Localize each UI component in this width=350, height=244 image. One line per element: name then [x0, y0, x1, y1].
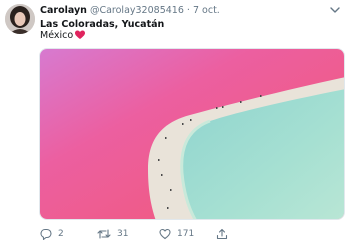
reply-count: 2	[58, 229, 64, 239]
share-icon	[216, 228, 228, 240]
tweet-card[interactable]: Carolayn @Carolay32085416 · 7 oct. Las C…	[0, 0, 350, 244]
avatar-image	[5, 4, 35, 34]
tweet-text-line2: México	[40, 30, 86, 44]
tweet-text-country: México	[40, 30, 74, 41]
chevron-down-icon[interactable]	[329, 5, 341, 15]
separator: ·	[186, 5, 190, 16]
share-button[interactable]	[216, 226, 234, 242]
like-button[interactable]: 171	[159, 226, 194, 242]
retweet-count: 31	[117, 229, 129, 239]
tweet-header: Carolayn @Carolay32085416 · 7 oct.	[40, 5, 220, 17]
tweet-actions: 2 31 171	[36, 226, 336, 242]
reply-icon	[40, 228, 52, 240]
tweet-photo[interactable]	[39, 48, 345, 220]
timestamp[interactable]: 7 oct.	[193, 5, 220, 16]
avatar[interactable]	[5, 4, 35, 34]
red-heart-icon	[75, 30, 86, 44]
retweet-icon	[97, 229, 111, 239]
heart-icon	[159, 228, 171, 240]
author-name[interactable]: Carolayn	[40, 5, 87, 16]
author-handle[interactable]: @Carolay32085416	[90, 5, 184, 16]
reply-button[interactable]: 2	[40, 226, 64, 242]
photo-pink-lake	[40, 49, 344, 219]
like-count: 171	[177, 229, 195, 239]
retweet-button[interactable]: 31	[97, 226, 128, 242]
